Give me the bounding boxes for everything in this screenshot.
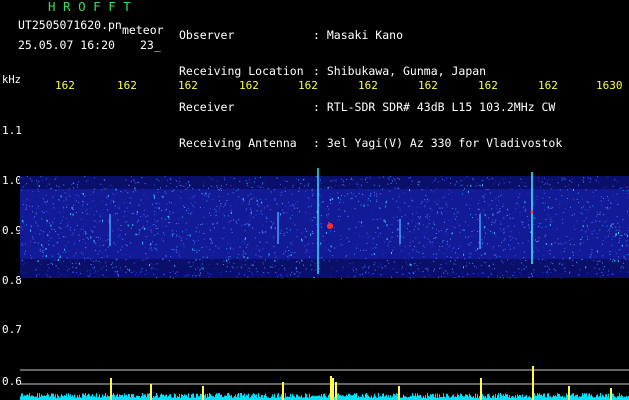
x-tick-label: 162 [55,79,75,92]
x-tick-label: 162 [117,79,137,92]
filename-label: UT2505071620.pn [18,18,122,32]
meteor-count: 23_ [140,38,161,52]
meteor-tag: meteor [122,23,164,37]
x-tick-label: 162 [538,79,558,92]
info-value-observer: : Masaki Kano [313,28,404,42]
x-tick-label: 162 [298,79,318,92]
meteor-echo [530,210,534,214]
y-tick-label: 0.7 [2,323,22,336]
y-tick-label: 0.8 [2,274,22,287]
y-axis-unit: kHz [2,74,21,86]
y-tick-label: 0.9 [2,224,22,237]
x-tick-label: 162 [418,79,438,92]
x-tick-label: 162 [478,79,498,92]
spectrogram [20,94,629,400]
x-tick-label: 162 [239,79,259,92]
activity-strip [20,366,629,400]
y-tick-label: 1.1 [2,124,22,137]
meteor-echo [327,223,333,229]
spectrogram-canvas [20,168,629,400]
x-tick-label: 162 [178,79,198,92]
y-tick-label: 0.6 [2,375,22,388]
y-tick-label: 1.0 [2,174,22,187]
x-tick-label: 1630 [596,79,623,92]
info-value-location: : Shibukawa, Gunma, Japan [313,64,487,78]
datetime-label: 25.05.07 16:20 [18,38,115,52]
info-label-location: Receiving Location [179,64,304,78]
app-brand: H R O F F T [48,0,131,14]
x-tick-label: 162 [358,79,378,92]
info-label-observer: Observer [179,28,235,42]
